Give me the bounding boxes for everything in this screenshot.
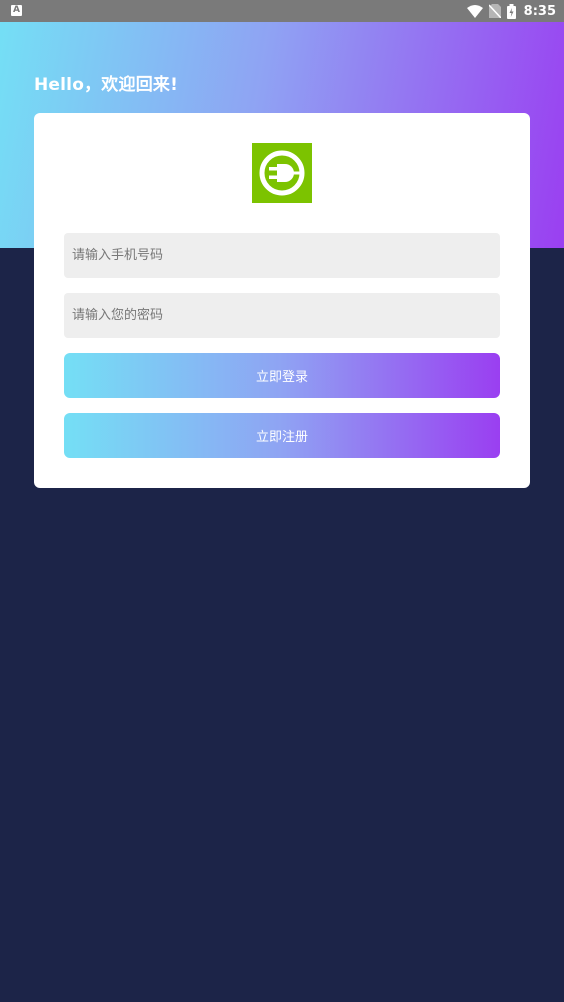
password-input[interactable] bbox=[64, 293, 500, 338]
notification-a-icon: A bbox=[11, 5, 22, 16]
login-card: 立即登录 立即注册 bbox=[34, 113, 530, 488]
status-icons: 8:35 bbox=[466, 0, 556, 22]
phone-number-input[interactable] bbox=[64, 233, 500, 278]
plug-logo-icon bbox=[252, 143, 312, 203]
no-sim-icon bbox=[488, 4, 501, 18]
register-button[interactable]: 立即注册 bbox=[64, 413, 500, 458]
wifi-icon bbox=[466, 4, 483, 18]
status-time: 8:35 bbox=[523, 3, 556, 19]
status-bar: A 8:35 bbox=[0, 0, 564, 22]
battery-charging-icon bbox=[506, 3, 516, 19]
login-button[interactable]: 立即登录 bbox=[64, 353, 500, 398]
greeting-title: Hello，欢迎回来! bbox=[34, 75, 179, 95]
